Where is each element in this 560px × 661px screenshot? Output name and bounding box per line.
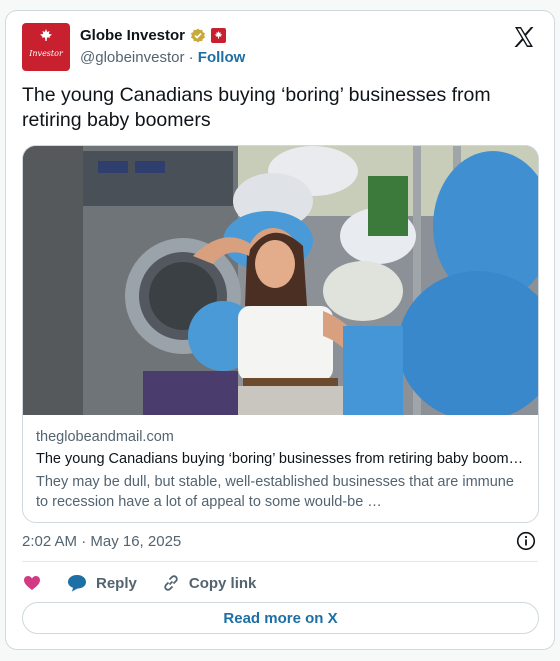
separator: · bbox=[188, 49, 194, 66]
flag-icon bbox=[211, 28, 227, 43]
heart-icon bbox=[24, 576, 40, 590]
timestamp[interactable]: 2:02 AM · May 16, 2025 bbox=[22, 533, 181, 550]
maple-leaf-icon bbox=[40, 29, 52, 41]
tweet-card: Investor Globe Investor @globeinvestor ·… bbox=[5, 10, 555, 650]
avatar[interactable]: Investor bbox=[22, 23, 70, 71]
like-button[interactable] bbox=[22, 573, 42, 593]
read-more-button[interactable]: Read more on X bbox=[22, 602, 539, 634]
reply-label: Reply bbox=[96, 574, 137, 592]
link-title: The young Canadians buying ‘boring’ busi… bbox=[36, 451, 528, 467]
handle-row: @globeinvestor · Follow bbox=[80, 49, 245, 66]
divider bbox=[22, 561, 538, 562]
link-description: They may be dull, but stable, well-estab… bbox=[36, 474, 514, 510]
reply-bubble-icon bbox=[68, 575, 86, 592]
article-image[interactable] bbox=[23, 146, 539, 415]
link-icon bbox=[164, 575, 178, 591]
tweet-text: The young Canadians buying ‘boring’ busi… bbox=[22, 84, 491, 131]
verified-icon bbox=[191, 28, 206, 42]
handle[interactable]: @globeinvestor bbox=[80, 49, 184, 66]
link-preview-card[interactable]: theglobeandmail.com The young Canadians … bbox=[22, 145, 539, 523]
display-name[interactable]: Globe Investor bbox=[80, 27, 185, 44]
copy-link-button[interactable]: Copy link bbox=[161, 573, 257, 593]
info-icon[interactable] bbox=[516, 531, 536, 551]
follow-button[interactable]: Follow bbox=[198, 49, 246, 66]
link-domain: theglobeandmail.com bbox=[36, 429, 174, 445]
copy-link-label: Copy link bbox=[188, 574, 257, 592]
action-bar: Reply Copy link bbox=[22, 571, 280, 595]
x-logo-icon[interactable] bbox=[512, 25, 536, 49]
reply-button[interactable]: Reply bbox=[66, 573, 137, 593]
avatar-brand-text: Investor bbox=[29, 49, 63, 58]
author-name-row: Globe Investor bbox=[80, 27, 227, 44]
